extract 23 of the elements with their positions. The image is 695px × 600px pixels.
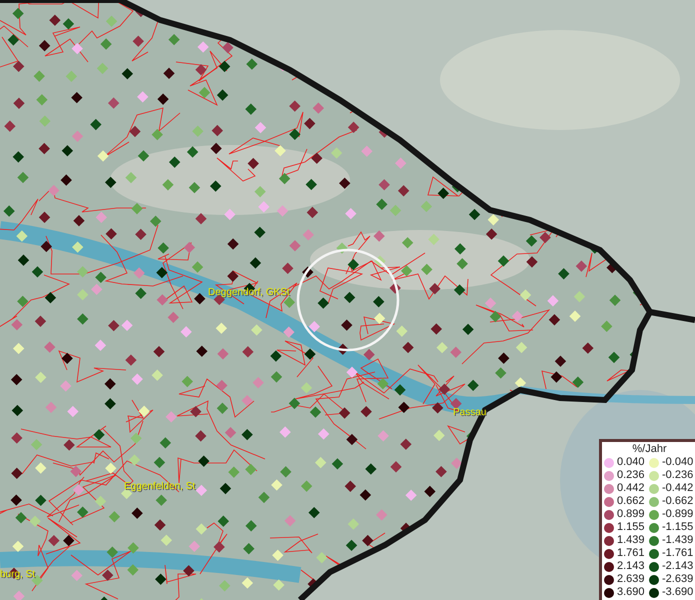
legend-value: 1.439 [617, 534, 646, 547]
legend-value: 0.662 [617, 495, 646, 508]
legend-value: -1.439 [662, 534, 694, 547]
legend-value: 0.040 [617, 456, 646, 469]
legend-value: -1.155 [662, 521, 694, 534]
legend-value: 3.690 [617, 586, 646, 599]
legend-value: -0.662 [662, 495, 694, 508]
legend-value: 1.761 [617, 547, 646, 560]
legend-value: -0.442 [662, 482, 694, 495]
legend-value: 0.899 [617, 508, 646, 521]
legend-value: 2.639 [617, 573, 646, 586]
legend-title: %/Jahr [631, 443, 668, 456]
legend-value: -3.690 [662, 586, 694, 599]
legend-value: -2.143 [662, 560, 694, 573]
legend-value: 1.155 [617, 521, 646, 534]
legend-value: -1.761 [662, 547, 694, 560]
legend-value: -0.236 [662, 469, 694, 482]
legend-value: 2.143 [617, 560, 646, 573]
legend-value: -0.040 [662, 456, 694, 469]
legend-value: 0.236 [617, 469, 646, 482]
legend-value: 0.442 [617, 482, 646, 495]
legend-value: -2.639 [662, 573, 694, 586]
legend-value: -0.899 [662, 508, 694, 521]
